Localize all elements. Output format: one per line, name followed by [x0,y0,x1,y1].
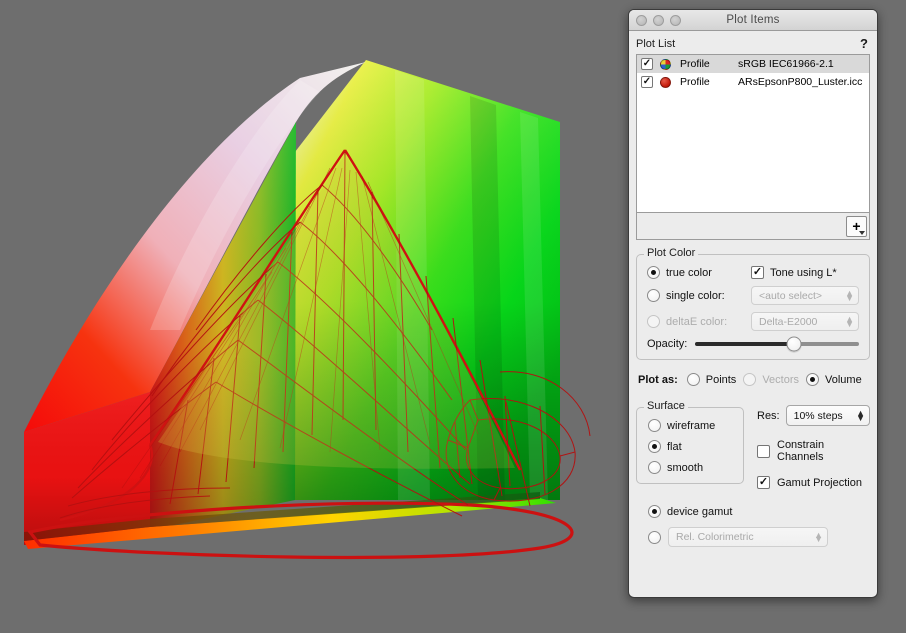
radio-icon[interactable] [743,373,757,386]
plot-as-vectors-label: Vectors [762,373,799,386]
true-color-label: true color [666,266,712,279]
checkbox-icon[interactable] [757,476,770,489]
plot-as-vectors-radio[interactable]: Vectors [743,373,799,386]
help-icon[interactable]: ? [860,37,870,50]
opacity-slider[interactable] [695,336,859,352]
single-color-select[interactable]: <auto select> ▲ ▼ [751,286,859,305]
plot-color-group: Plot Color true color Tone using L* [636,247,870,360]
plot-items-window[interactable]: Plot Items Plot List ? Profile sRGB IEC6… [628,9,878,598]
list-item[interactable]: Profile sRGB IEC61966-2.1 [637,55,869,73]
true-color-radio[interactable]: true color [647,266,751,279]
plot-as-points-label: Points [705,373,737,386]
radio-icon[interactable] [648,505,661,518]
single-color-radio[interactable]: single color: [647,289,751,302]
device-gamut-radio[interactable]: device gamut [648,505,870,518]
list-item-name: sRGB IEC61966-2.1 [738,58,834,70]
plot-as-volume-label: Volume [825,373,862,386]
single-color-value: <auto select> [759,289,823,302]
list-item-name: ARsEpsonP800_Luster.icc [738,76,863,88]
surface-smooth-label: smooth [667,461,704,474]
resolution-select[interactable]: 10% steps ▲ ▼ [785,405,870,426]
radio-icon[interactable] [647,315,660,328]
add-profile-button[interactable]: + [846,215,867,237]
row-enabled-checkbox[interactable] [641,76,653,88]
surface-group: Surface wireframe flat smooth [636,400,744,489]
constrain-channels-label: Constrain Channels [777,439,825,463]
surface-flat-radio[interactable]: flat [648,440,734,453]
plot-list-toolbar: + [636,213,870,240]
plot-as-points-radio[interactable]: Points [686,373,737,386]
surface-wireframe-label: wireframe [667,419,716,432]
single-color-label: single color: [666,289,725,302]
plot-as-volume-radio[interactable]: Volume [806,373,862,386]
opacity-slider-knob[interactable] [786,336,802,352]
list-item-kind: Profile [680,76,710,88]
radio-icon[interactable] [686,373,700,386]
stepper-icon[interactable]: ▲ ▼ [845,289,854,302]
gamut-mode-block: device gamut Rel. Colorimetric ▲ ▼ [636,505,870,547]
gamut-projection-checkbox[interactable]: Gamut Projection [757,476,870,489]
stepper-icon[interactable]: ▲ ▼ [814,530,823,543]
device-gamut-label: device gamut [667,505,733,518]
resolution-value: 10% steps [793,409,843,422]
deltae-color-value: Delta-E2000 [759,315,818,328]
plot-as-label: Plot as: [638,373,678,386]
tone-using-l-label: Tone using L* [770,266,837,279]
traffic-lights[interactable] [636,14,681,26]
resolution-label: Res: [757,409,780,422]
constrain-channels-checkbox[interactable]: Constrain Channels [757,439,870,463]
opacity-control[interactable]: Opacity: [647,336,859,352]
list-item[interactable]: Profile ARsEpsonP800_Luster.icc [637,73,869,91]
stepper-icon[interactable]: ▲ ▼ [845,315,854,328]
rendering-intent-row[interactable]: Rel. Colorimetric ▲ ▼ [648,527,870,547]
deltae-color-radio[interactable]: deltaE color: [647,315,751,328]
stepper-icon[interactable]: ▲ ▼ [856,409,865,422]
zoom-button[interactable] [670,14,681,26]
surface-flat-label: flat [667,440,682,453]
minimize-button[interactable] [653,14,664,26]
opacity-label: Opacity: [647,338,688,350]
radio-icon[interactable] [647,289,660,302]
row-enabled-checkbox[interactable] [641,58,653,70]
plot-list-label: Plot List [636,38,676,50]
radio-icon[interactable] [647,266,660,279]
radio-icon[interactable] [806,373,819,386]
plot-list-header: Plot List ? [636,36,870,52]
chevron-down-icon[interactable] [858,230,865,235]
plot-list[interactable]: Profile sRGB IEC61966-2.1 Profile ARsEps… [636,54,870,213]
checkbox-icon[interactable] [757,444,770,458]
gamut-projection-label: Gamut Projection [777,476,862,489]
surface-title: Surface [644,400,688,412]
radio-icon[interactable] [648,461,661,474]
radio-icon[interactable] [648,419,661,432]
deltae-color-label: deltaE color: [666,315,728,328]
plot-as-row: Plot as: Points Vectors Volume [636,373,870,386]
resolution-row: Res: 10% steps ▲ ▼ [757,405,870,426]
close-button[interactable] [636,14,647,26]
rendering-intent-value: Rel. Colorimetric [676,531,754,543]
list-item-kind: Profile [680,58,710,70]
radio-icon[interactable] [648,530,661,544]
surface-smooth-radio[interactable]: smooth [648,461,734,474]
plot-color-title: Plot Color [644,247,699,259]
deltae-color-select[interactable]: Delta-E2000 ▲ ▼ [751,312,859,331]
rendering-intent-select[interactable]: Rel. Colorimetric ▲ ▼ [668,527,828,547]
checkbox-icon[interactable] [751,266,764,279]
tone-using-l-checkbox[interactable]: Tone using L* [751,266,859,279]
rgb-sphere-icon [660,58,671,70]
red-sphere-icon [660,76,671,88]
window-titlebar[interactable]: Plot Items [629,10,877,31]
radio-icon[interactable] [648,440,661,453]
surface-wireframe-radio[interactable]: wireframe [648,419,734,432]
